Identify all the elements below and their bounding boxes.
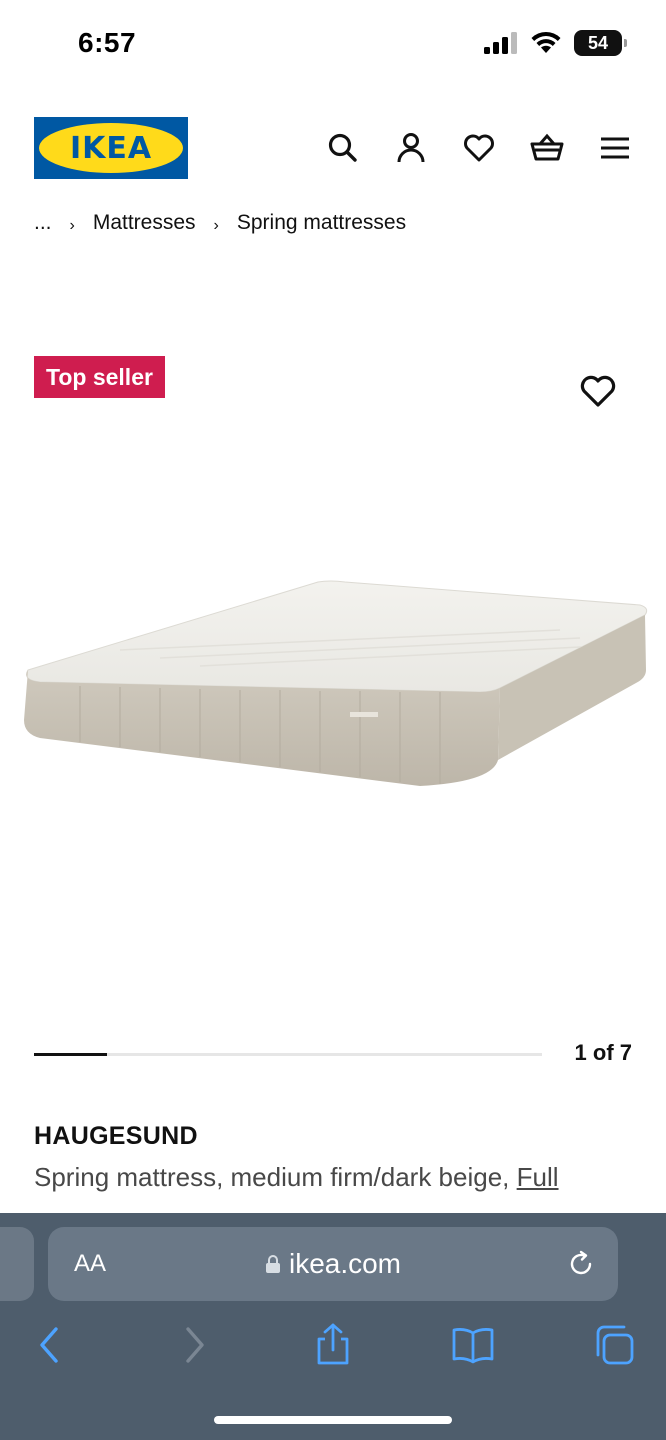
address-bar[interactable]: AA ikea.com bbox=[48, 1227, 618, 1301]
product-description: Spring mattress, medium firm/dark beige,… bbox=[34, 1162, 559, 1193]
breadcrumb-item-ellipsis[interactable]: ... bbox=[34, 211, 52, 235]
menu-icon[interactable] bbox=[598, 131, 632, 165]
carousel-progress bbox=[34, 1053, 107, 1056]
chevron-right-icon: › bbox=[69, 217, 75, 234]
signal-icon bbox=[484, 32, 517, 54]
chevron-right-icon: › bbox=[213, 217, 219, 234]
site-header: IKEA bbox=[0, 117, 666, 181]
breadcrumb: ... › Mattresses › Spring mattresses bbox=[34, 205, 406, 235]
browser-bottom-bar: AA ikea.com bbox=[0, 1213, 666, 1440]
battery-icon: 54 bbox=[574, 30, 627, 56]
back-icon[interactable] bbox=[28, 1323, 72, 1367]
product-description-text: Spring mattress, medium firm/dark beige, bbox=[34, 1162, 517, 1192]
breadcrumb-item-mattresses[interactable]: Mattresses bbox=[93, 211, 196, 235]
ikea-logo[interactable]: IKEA bbox=[34, 117, 188, 179]
bookmarks-icon[interactable] bbox=[451, 1323, 495, 1367]
product-name: HAUGESUND bbox=[34, 1122, 198, 1150]
product-size-link[interactable]: Full bbox=[517, 1162, 559, 1192]
mattress-image bbox=[24, 580, 648, 786]
forward-icon[interactable] bbox=[172, 1323, 216, 1367]
search-icon[interactable] bbox=[326, 131, 360, 165]
top-seller-badge: Top seller bbox=[34, 356, 165, 398]
wifi-icon bbox=[531, 31, 561, 53]
carousel-track bbox=[34, 1053, 542, 1056]
battery-level: 54 bbox=[587, 32, 609, 53]
add-to-favourites-button[interactable] bbox=[578, 372, 618, 410]
status-time: 6:57 bbox=[78, 27, 137, 58]
image-carousel-indicator: 1 of 7 bbox=[34, 1040, 632, 1070]
status-bar: 6:57 54 bbox=[0, 0, 666, 90]
breadcrumb-item-spring-mattresses[interactable]: Spring mattresses bbox=[237, 211, 406, 235]
header-icons bbox=[326, 131, 632, 165]
user-icon[interactable] bbox=[394, 131, 428, 165]
home-indicator bbox=[214, 1416, 452, 1424]
status-icons: 54 bbox=[484, 30, 627, 56]
url-display[interactable]: ikea.com bbox=[48, 1248, 618, 1280]
lock-icon bbox=[265, 1255, 280, 1273]
tabs-icon[interactable] bbox=[592, 1323, 636, 1367]
previous-tab-preview[interactable] bbox=[0, 1227, 34, 1301]
url-text: ikea.com bbox=[288, 1248, 402, 1279]
heart-icon[interactable] bbox=[462, 131, 496, 165]
basket-icon[interactable] bbox=[530, 131, 564, 165]
product-image[interactable] bbox=[0, 520, 666, 820]
logo-oval: IKEA bbox=[39, 123, 183, 173]
browser-toolbar bbox=[0, 1323, 666, 1371]
share-icon[interactable] bbox=[311, 1323, 355, 1367]
heart-icon bbox=[580, 375, 616, 407]
reload-icon[interactable] bbox=[566, 1249, 596, 1279]
image-counter: 1 of 7 bbox=[574, 1040, 632, 1065]
logo-text: IKEA bbox=[69, 130, 153, 166]
